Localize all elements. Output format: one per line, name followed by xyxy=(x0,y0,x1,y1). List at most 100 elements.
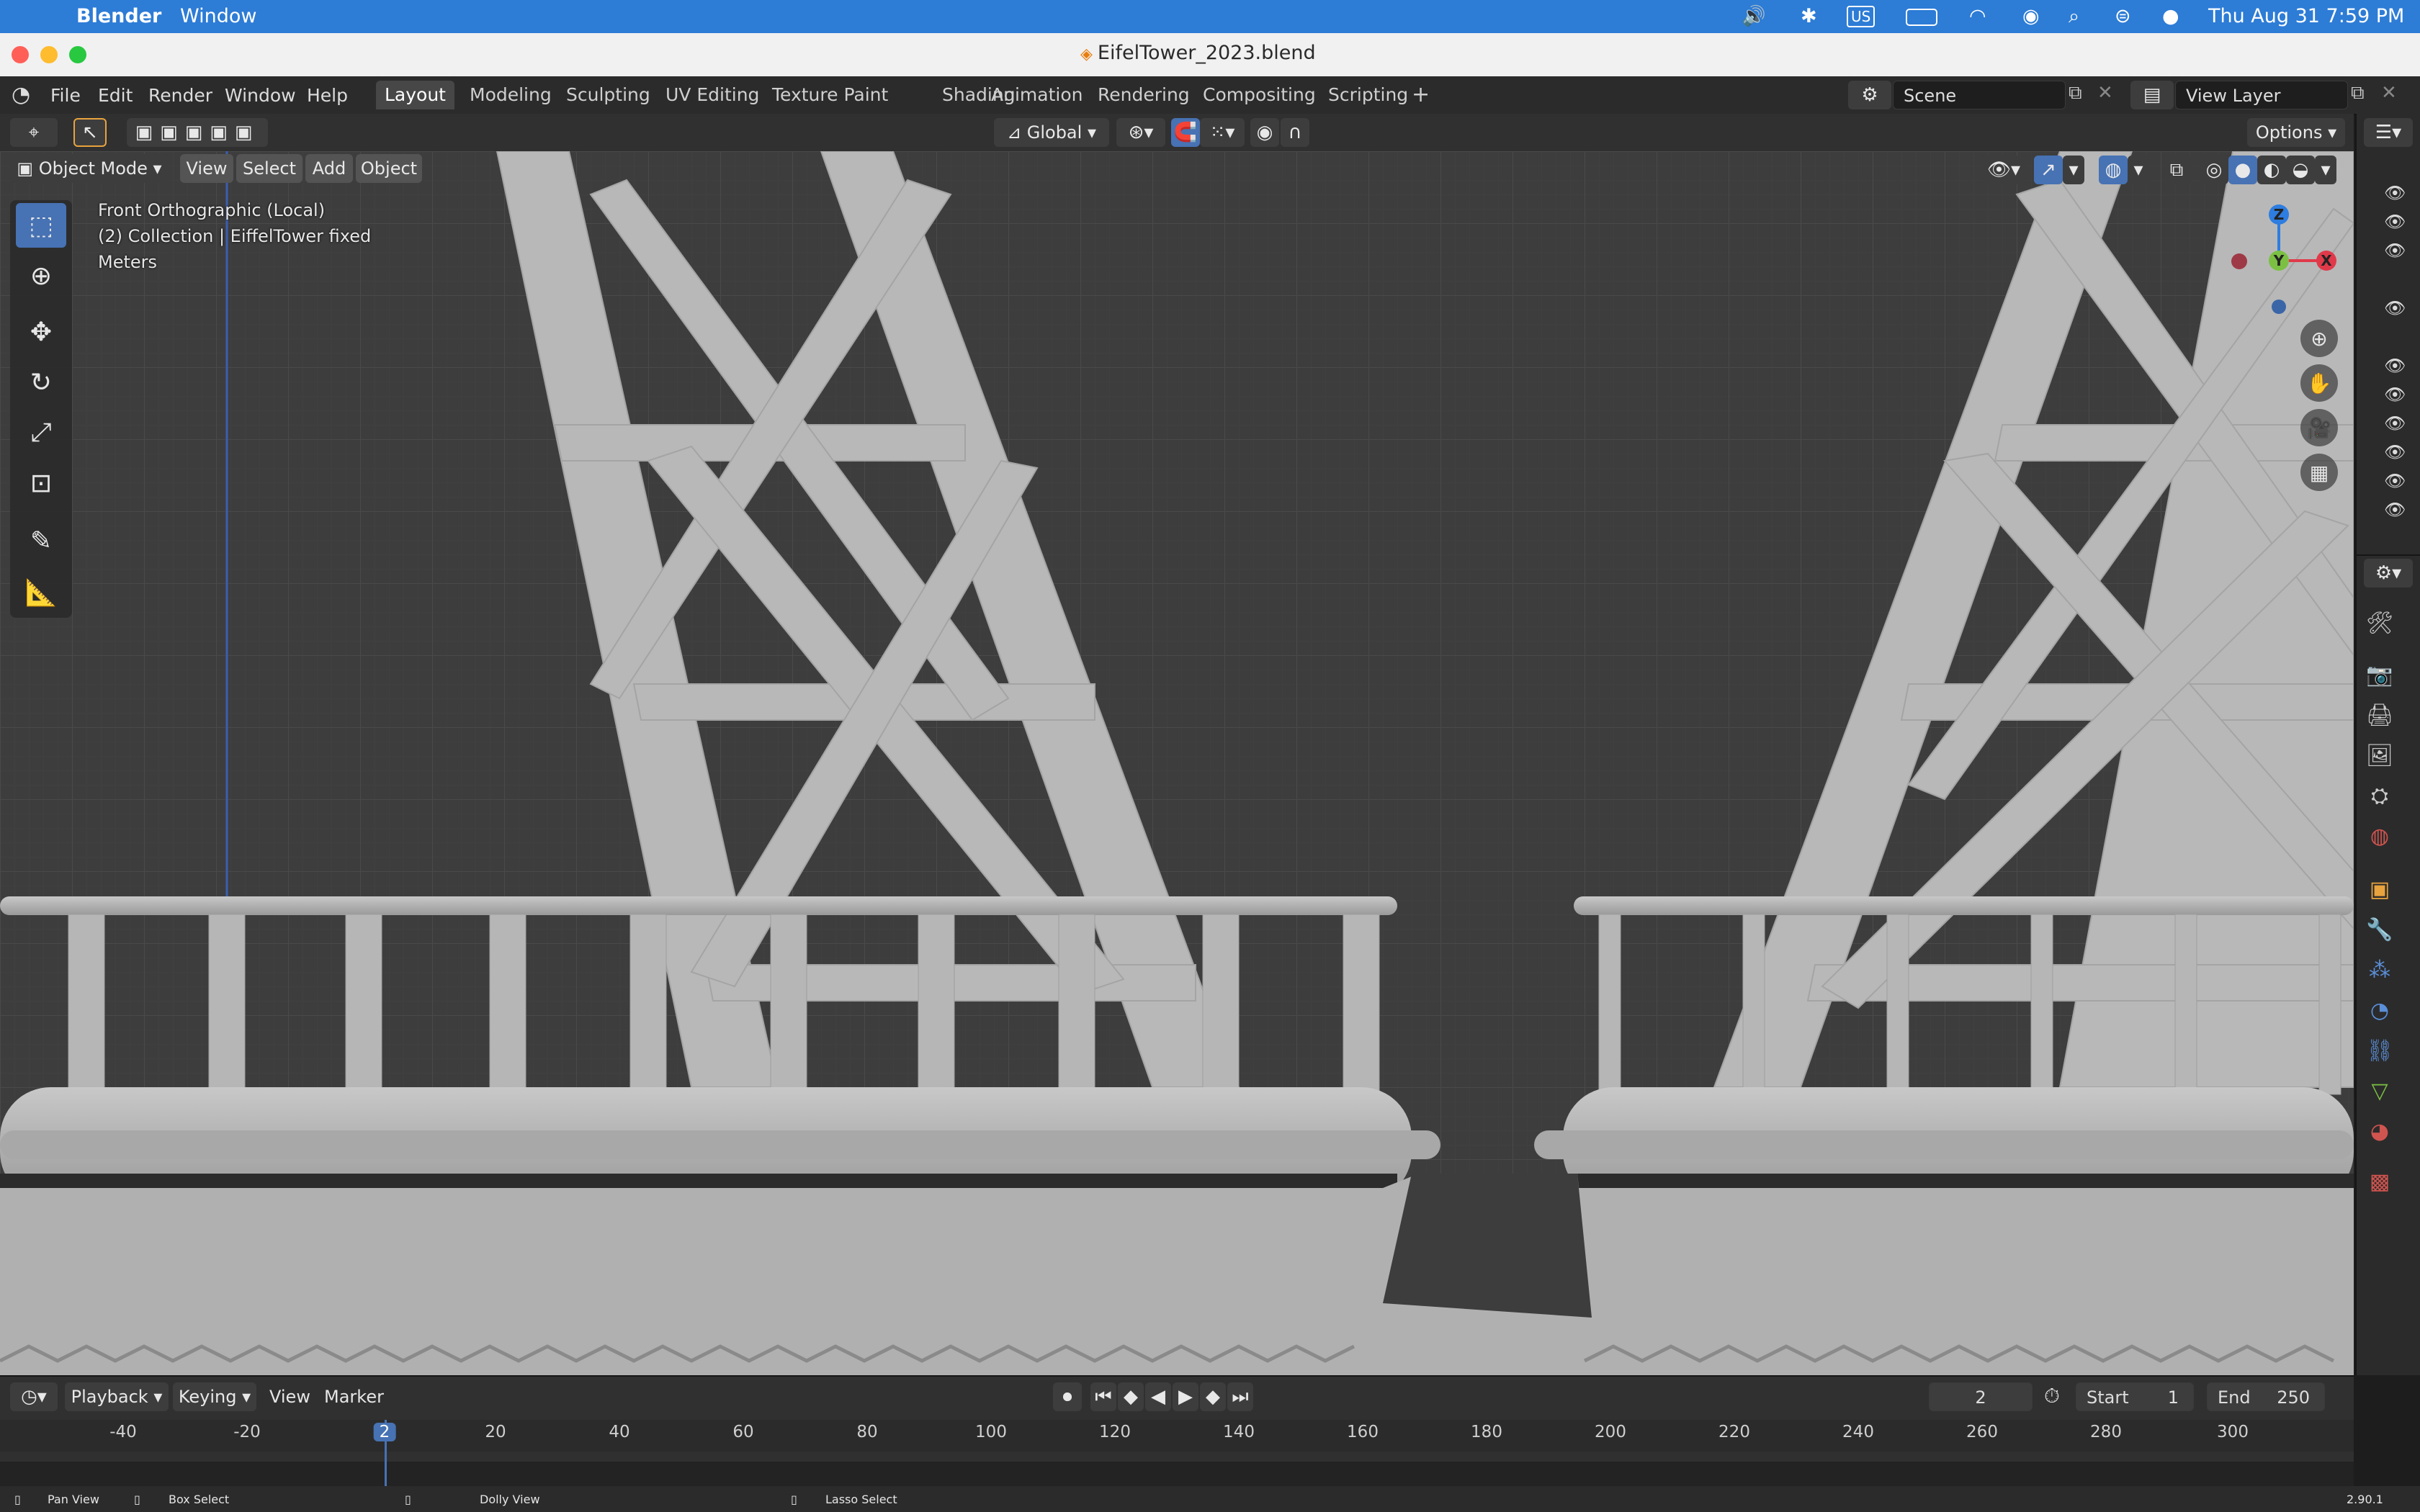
timeline-marker-menu[interactable]: Marker xyxy=(324,1387,384,1407)
constraint-properties-icon[interactable]: ⛓ xyxy=(2365,1037,2394,1066)
visibility-dropdown-icon[interactable]: 👁▾ xyxy=(1981,156,2027,184)
modifier-properties-icon[interactable]: 🔧 xyxy=(2365,916,2394,945)
timeline-editor-icon[interactable]: ◷▾ xyxy=(10,1382,58,1411)
menu-file[interactable]: File xyxy=(50,85,81,107)
scene-field[interactable]: Scene xyxy=(1893,81,2066,109)
visibility-eye-icon[interactable]: 👁 xyxy=(2384,500,2406,520)
prev-keyframe-icon[interactable]: ◆ xyxy=(1118,1382,1144,1411)
record-icon[interactable]: ⏺ xyxy=(1053,1382,1082,1411)
window-menu[interactable]: Window xyxy=(180,4,256,29)
object-properties-icon[interactable]: ▣ xyxy=(2365,876,2394,904)
rendered-shading-icon[interactable]: ◒ xyxy=(2286,156,2315,184)
zoom-icon[interactable]: ⊕ xyxy=(2300,320,2338,357)
tab-animation[interactable]: Animation xyxy=(982,81,1091,109)
next-keyframe-icon[interactable]: ◆ xyxy=(1200,1382,1226,1411)
tab-sculpting[interactable]: Sculpting xyxy=(557,81,659,109)
material-properties-icon[interactable]: ◕ xyxy=(2365,1117,2394,1146)
minimize-button[interactable] xyxy=(40,46,58,63)
input-source-badge[interactable]: US xyxy=(1847,6,1876,27)
transform-orientation-dropdown[interactable]: ⊿ Global ▾ xyxy=(994,118,1109,147)
jump-start-icon[interactable]: ⏮ xyxy=(1090,1382,1116,1411)
volume-icon[interactable]: 🔊 xyxy=(1742,4,1766,29)
close-button[interactable] xyxy=(12,46,29,63)
measure-tool-icon[interactable]: 📐 xyxy=(16,570,66,615)
tab-uv-editing[interactable]: UV Editing xyxy=(657,81,768,109)
playhead-frame-badge[interactable]: 2 xyxy=(373,1423,396,1441)
visibility-eye-icon[interactable]: 👁 xyxy=(2384,471,2406,491)
end-frame-field[interactable]: End 250 xyxy=(2207,1382,2325,1411)
control-center-icon[interactable]: ⊜ xyxy=(2115,4,2131,29)
transform-tool-icon[interactable]: ⊡ xyxy=(16,461,66,505)
menu-edit[interactable]: Edit xyxy=(98,85,133,107)
visibility-eye-icon[interactable]: 👁 xyxy=(2384,240,2406,261)
keying-dropdown[interactable]: Keying ▾ xyxy=(173,1382,256,1411)
data-properties-icon[interactable]: ▽ xyxy=(2365,1077,2394,1106)
view-layer-field[interactable]: View Layer xyxy=(2175,81,2348,109)
gizmo-toggle-icon[interactable]: ↗ xyxy=(2034,156,2063,184)
move-tool-icon[interactable]: ✥ xyxy=(16,310,66,354)
pan-hand-icon[interactable]: ✋ xyxy=(2300,364,2338,402)
gizmo-neg-x-icon[interactable] xyxy=(2231,253,2247,269)
timeline-view-menu[interactable]: View xyxy=(269,1387,310,1407)
menu-add[interactable]: Add xyxy=(305,154,353,183)
wireframe-shading-icon[interactable]: ◎ xyxy=(2200,156,2228,184)
bluetooth-icon[interactable]: ✱ xyxy=(1801,4,1817,29)
scale-tool-icon[interactable]: ⤢ xyxy=(16,410,66,455)
gizmo-z-icon[interactable]: Z xyxy=(2269,204,2289,225)
menu-select[interactable]: Select xyxy=(236,154,302,183)
blender-logo-icon[interactable]: ◔ xyxy=(12,82,30,107)
view-layer-browse-icon[interactable]: ▤ xyxy=(2130,81,2174,109)
tab-rendering[interactable]: Rendering xyxy=(1089,81,1198,109)
play-icon[interactable]: ▶ xyxy=(1173,1382,1198,1411)
navigation-gizmo[interactable]: Z Y X xyxy=(2204,194,2341,331)
ortho-grid-icon[interactable]: ▦ xyxy=(2300,454,2338,491)
proportional-edit-icon[interactable]: ◉ xyxy=(1250,118,1279,147)
solid-shading-icon[interactable]: ● xyxy=(2228,156,2257,184)
outliner-editor-icon[interactable]: ☰▾ xyxy=(2364,118,2413,147)
shading-dropdown-icon[interactable]: ▾ xyxy=(2315,156,2336,184)
search-icon[interactable]: ⌕ xyxy=(2069,4,2079,29)
falloff-icon[interactable]: ∩ xyxy=(1281,118,1309,147)
current-frame-field[interactable]: 2 xyxy=(1929,1382,2033,1411)
wifi-icon[interactable]: ◠ xyxy=(1969,4,1986,29)
camera-view-icon[interactable]: 🎥 xyxy=(2300,409,2338,446)
delete-scene-icon[interactable]: ✕ xyxy=(2097,82,2113,104)
visibility-eye-icon[interactable]: 👁 xyxy=(2384,356,2406,376)
gizmo-neg-z-icon[interactable] xyxy=(2272,300,2286,314)
visibility-eye-icon[interactable]: 👁 xyxy=(2384,183,2406,203)
output-properties-icon[interactable]: 🖨 xyxy=(2365,701,2394,730)
particle-properties-icon[interactable]: ⁂ xyxy=(2365,956,2394,985)
scene-properties-icon[interactable]: ⛭ xyxy=(2365,782,2394,811)
menu-window[interactable]: Window xyxy=(225,85,296,107)
gizmo-x-icon[interactable]: X xyxy=(2316,251,2336,271)
new-scene-icon[interactable]: ⧉ xyxy=(2069,82,2082,104)
start-frame-field[interactable]: Start 1 xyxy=(2076,1382,2194,1411)
clock-text[interactable]: Thu Aug 31 7:59 PM xyxy=(2208,4,2404,29)
texture-properties-icon[interactable]: ▩ xyxy=(2365,1168,2394,1197)
render-properties-icon[interactable]: 📷 xyxy=(2365,661,2394,690)
tool-properties-icon[interactable]: 🛠 xyxy=(2365,609,2394,638)
options-dropdown[interactable]: Options ▾ xyxy=(2247,118,2345,147)
material-shading-icon[interactable]: ◐ xyxy=(2257,156,2286,184)
snap-target-icon[interactable]: ⁙▾ xyxy=(1200,118,1245,147)
tab-modeling[interactable]: Modeling xyxy=(461,81,560,109)
overlay-dropdown-icon[interactable]: ▾ xyxy=(2128,156,2149,184)
delete-view-layer-icon[interactable]: ✕ xyxy=(2381,82,2397,104)
editor-type-icon[interactable]: ⌖ xyxy=(10,118,58,147)
annotate-tool-icon[interactable]: ✎ xyxy=(16,518,66,563)
playback-dropdown[interactable]: Playback ▾ xyxy=(65,1382,169,1411)
add-workspace-icon[interactable]: + xyxy=(1412,82,1430,107)
visibility-eye-icon[interactable]: 👁 xyxy=(2384,212,2406,232)
gizmo-y-icon[interactable]: Y xyxy=(2269,251,2289,271)
menu-view[interactable]: View xyxy=(180,154,233,183)
user-icon[interactable]: ◉ xyxy=(2022,4,2040,29)
scene-browse-icon[interactable]: ⚙ xyxy=(1848,81,1891,109)
tab-scripting[interactable]: Scripting xyxy=(1319,81,1417,109)
menu-render[interactable]: Render xyxy=(148,85,212,107)
cursor-tool-icon[interactable]: ⊕ xyxy=(16,253,66,298)
timeline-ruler[interactable] xyxy=(0,1420,2354,1452)
tab-layout[interactable]: Layout xyxy=(376,81,454,109)
select-tool-icon[interactable]: ↖ xyxy=(73,118,107,147)
stopwatch-icon[interactable]: ⏱ xyxy=(2044,1384,2060,1408)
app-menu[interactable]: Blender xyxy=(76,4,161,29)
